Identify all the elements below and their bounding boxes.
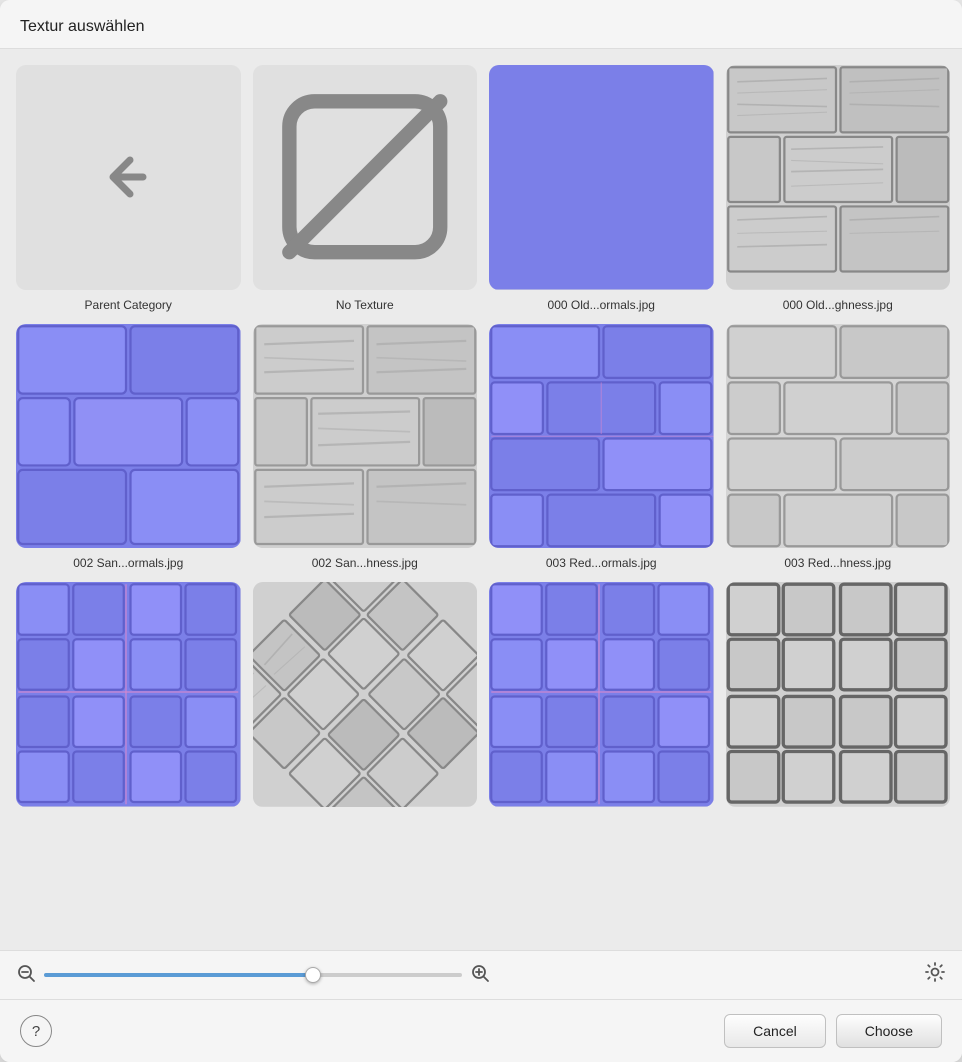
texture-cell-002-san-normals[interactable]: 002 San...ormals.jpg <box>16 324 241 571</box>
texture-thumb-parent <box>16 65 241 290</box>
choose-button[interactable]: Choose <box>836 1014 942 1048</box>
texture-cell-row3-1[interactable] <box>16 582 241 815</box>
texture-cell-parent-category[interactable]: Parent Category <box>16 65 241 312</box>
zoom-slider[interactable] <box>44 973 462 977</box>
back-arrow-icon <box>88 137 168 217</box>
gray-brick-texture-plain <box>726 324 951 549</box>
texture-label-002-hness: 002 San...hness.jpg <box>253 556 478 570</box>
texture-cell-002-san-hness[interactable]: 002 San...hness.jpg <box>253 324 478 571</box>
texture-thumb-row3-1 <box>16 582 241 807</box>
texture-cell-row3-3[interactable] <box>489 582 714 815</box>
texture-label-002-normals: 002 San...ormals.jpg <box>16 556 241 570</box>
grid-scroll-wrapper: Parent Category No Texture <box>0 49 962 950</box>
blue-brick-texture <box>16 324 241 549</box>
texture-cell-000-old-ghness[interactable]: 000 Old...ghness.jpg <box>726 65 951 312</box>
gray-wood-brick-texture-2 <box>253 324 478 549</box>
texture-grid: Parent Category No Texture <box>16 65 960 815</box>
texture-cell-003-red-hness[interactable]: 003 Red...hness.jpg <box>726 324 951 571</box>
texture-thumb-row3-3 <box>489 582 714 807</box>
gear-icon[interactable] <box>924 961 946 989</box>
texture-label-000-ghness: 000 Old...ghness.jpg <box>726 298 951 312</box>
texture-thumb-002-normals <box>16 324 241 549</box>
blue-flat-texture <box>489 65 714 290</box>
cancel-button[interactable]: Cancel <box>724 1014 826 1048</box>
texture-thumb-000-ghness <box>726 65 951 290</box>
bottom-bar: ? Cancel Choose <box>0 999 962 1062</box>
texture-cell-000-old-normals[interactable]: 000 Old...ormals.jpg <box>489 65 714 312</box>
texture-label-000-normals: 000 Old...ormals.jpg <box>489 298 714 312</box>
dialog-title: Textur auswählen <box>20 18 942 36</box>
zoom-out-icon[interactable] <box>16 963 36 988</box>
texture-label-003-hness: 003 Red...hness.jpg <box>726 556 951 570</box>
texture-cell-row3-2[interactable] <box>253 582 478 815</box>
texture-label-003-normals: 003 Red...ormals.jpg <box>489 556 714 570</box>
grid-content[interactable]: Parent Category No Texture <box>0 49 962 950</box>
texture-label-no-texture: No Texture <box>253 298 478 312</box>
title-bar: Textur auswählen <box>0 0 962 49</box>
texture-thumb-002-hness <box>253 324 478 549</box>
dialog: Textur auswählen Parent Category <box>0 0 962 1062</box>
blue-parquet-texture <box>16 582 241 807</box>
gray-wood-brick-texture <box>726 65 951 290</box>
texture-thumb-003-normals <box>489 324 714 549</box>
gray-parquet-diagonal-texture <box>253 582 478 807</box>
texture-cell-no-texture[interactable]: No Texture <box>253 65 478 312</box>
blue-brick-texture-2 <box>489 324 714 549</box>
zoom-in-icon[interactable] <box>470 963 490 988</box>
texture-thumb-003-hness <box>726 324 951 549</box>
blue-parquet-texture-2 <box>489 582 714 807</box>
texture-cell-row3-4[interactable] <box>726 582 951 815</box>
texture-thumb-row3-4 <box>726 582 951 807</box>
texture-thumb-no-texture <box>253 65 478 290</box>
no-texture-icon <box>275 87 455 267</box>
texture-thumb-row3-2 <box>253 582 478 807</box>
help-button[interactable]: ? <box>20 1015 52 1047</box>
texture-thumb-000-normals <box>489 65 714 290</box>
gray-parquet-texture-2 <box>726 582 951 807</box>
texture-cell-003-red-normals[interactable]: 003 Red...ormals.jpg <box>489 324 714 571</box>
texture-label-parent: Parent Category <box>16 298 241 312</box>
zoom-bar <box>0 950 962 999</box>
